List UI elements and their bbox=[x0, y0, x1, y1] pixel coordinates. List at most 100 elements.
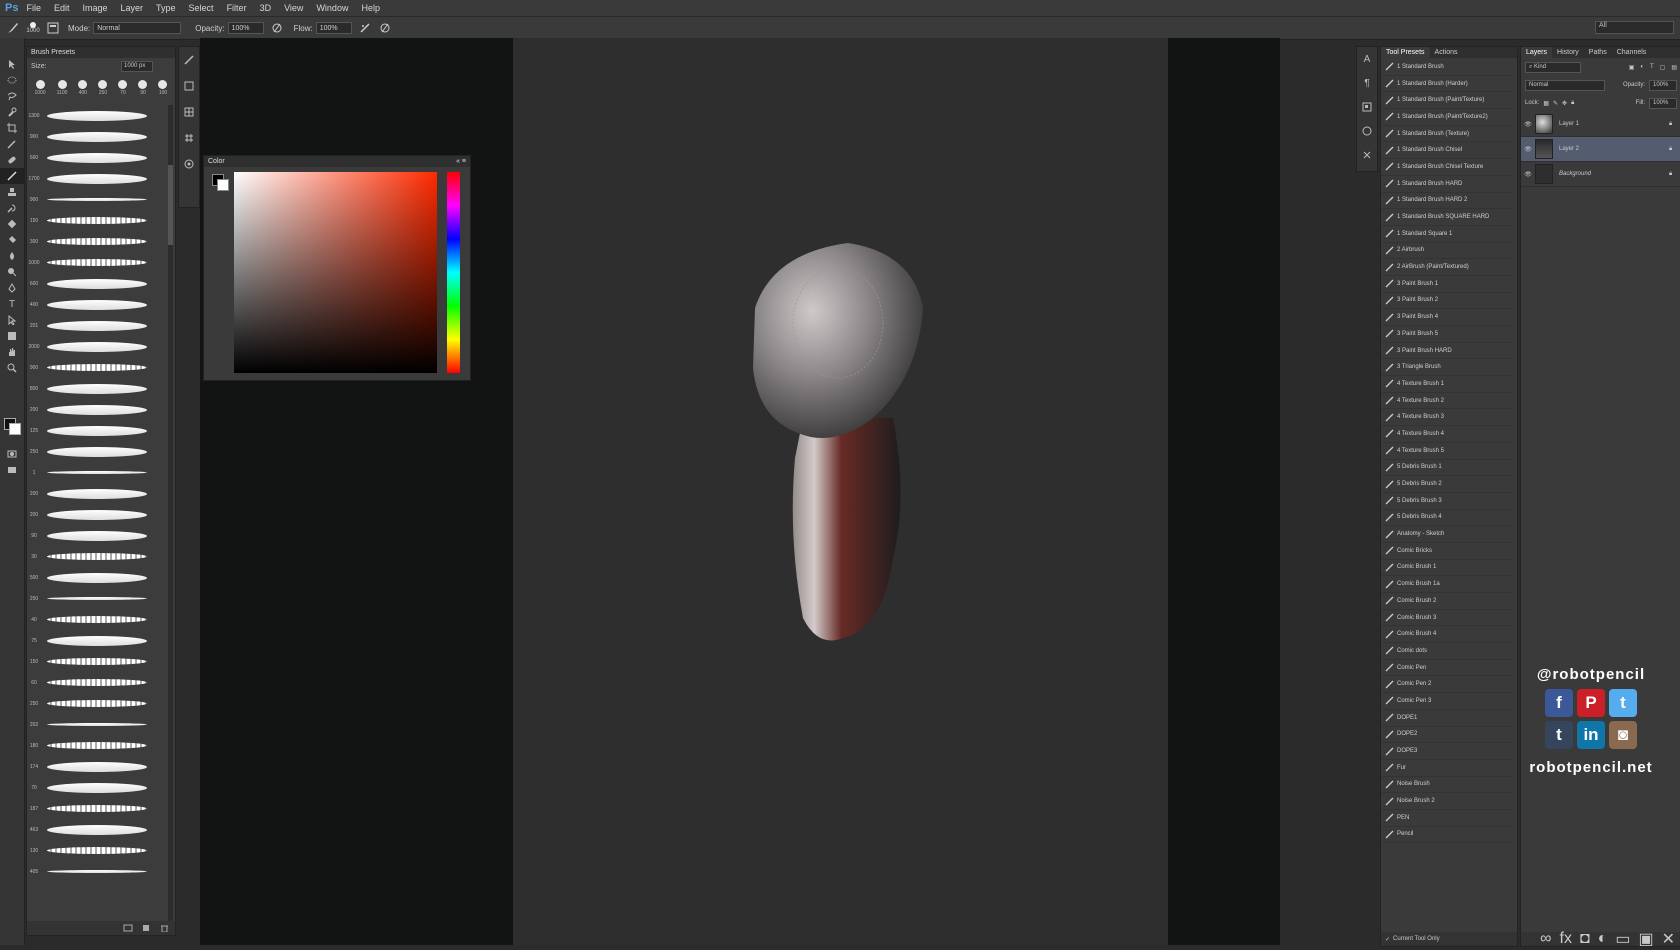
lock-transparency-icon[interactable]: ▦ bbox=[1543, 100, 1549, 107]
tool-preset-item[interactable]: DOPE1 bbox=[1381, 710, 1511, 727]
quick-mask-icon[interactable] bbox=[0, 446, 24, 462]
tool-preset-item[interactable]: Comic Pen bbox=[1381, 660, 1511, 677]
flow-input[interactable]: 100% bbox=[315, 22, 352, 34]
pinterest-icon[interactable]: P bbox=[1577, 689, 1605, 717]
brush-preset[interactable]: 1000 bbox=[35, 80, 46, 96]
new-layer-icon[interactable]: ▣ bbox=[1638, 929, 1653, 949]
toggle-brush-panel-icon[interactable] bbox=[123, 919, 133, 937]
brush-preset-picker[interactable]: 1000 bbox=[26, 21, 40, 35]
tool-preset-item[interactable]: Comic Brush 3 bbox=[1381, 610, 1511, 627]
tool-preset-item[interactable]: DOPE2 bbox=[1381, 727, 1511, 744]
current-tool-only-checkbox[interactable]: ✓ bbox=[1385, 936, 1390, 943]
filter-adjustment-icon[interactable]: ◐ bbox=[1640, 64, 1644, 71]
layer-row[interactable]: 👁︎ Layer 1 🔒︎ bbox=[1521, 112, 1680, 137]
path-select-tool-icon[interactable] bbox=[0, 312, 24, 328]
instagram-icon[interactable]: ◙ bbox=[1609, 721, 1637, 749]
delete-layer-icon[interactable]: ✕ bbox=[1662, 929, 1675, 949]
layer-row[interactable]: 👁︎ Layer 2 🔒︎ bbox=[1521, 137, 1680, 162]
tool-preset-item[interactable]: Comic Brush 2 bbox=[1381, 593, 1511, 610]
tab-paths[interactable]: Paths bbox=[1584, 47, 1612, 58]
tool-preset-item[interactable]: Anatomy - Sketch bbox=[1381, 526, 1511, 543]
visibility-eye-icon[interactable]: 👁︎ bbox=[1521, 121, 1535, 128]
shape-tool-icon[interactable] bbox=[0, 328, 24, 344]
lock-image-icon[interactable]: ✎ bbox=[1553, 100, 1558, 107]
healing-brush-tool-icon[interactable] bbox=[0, 152, 24, 168]
brush-presets-tab[interactable]: Brush Presets bbox=[27, 47, 175, 58]
move-tool-icon[interactable] bbox=[0, 56, 24, 72]
properties-panel-icon[interactable] bbox=[1357, 143, 1377, 167]
tool-preset-item[interactable]: Fur bbox=[1381, 760, 1511, 777]
tool-preset-item[interactable]: Comic Brush 1a bbox=[1381, 576, 1511, 593]
brush-list-scrollbar[interactable] bbox=[168, 105, 173, 927]
screen-mode-icon[interactable] bbox=[0, 462, 24, 478]
tool-preset-item[interactable]: 1 Standard Brush (Paint/Texture2) bbox=[1381, 109, 1511, 126]
eyedropper-tool-icon[interactable] bbox=[0, 136, 24, 152]
tool-preset-item[interactable]: 5 Debris Brush 1 bbox=[1381, 460, 1511, 477]
tool-preset-item[interactable]: Pencil bbox=[1381, 827, 1511, 844]
tool-preset-item[interactable]: 4 Texture Brush 3 bbox=[1381, 409, 1511, 427]
brush-stroke-item[interactable]: 400 bbox=[27, 294, 167, 315]
tool-preset-item[interactable]: 1 Standard Brush SQUARE HARD bbox=[1381, 209, 1511, 226]
color-panel-swatches[interactable] bbox=[212, 174, 229, 191]
brush-stroke-item[interactable]: 1 bbox=[27, 462, 167, 483]
menu-item-edit[interactable]: Edit bbox=[54, 3, 70, 13]
brush-stroke-item[interactable]: 2000 bbox=[27, 336, 167, 357]
zoom-tool-icon[interactable] bbox=[0, 360, 24, 376]
tool-preset-item[interactable]: 3 Triangle Brush bbox=[1381, 359, 1511, 377]
adjustment-layer-icon[interactable]: ◐ bbox=[1598, 930, 1608, 948]
tool-preset-item[interactable]: 5 Debris Brush 2 bbox=[1381, 476, 1511, 493]
tool-preset-item[interactable]: 3 Paint Brush 2 bbox=[1381, 293, 1511, 310]
tool-preset-item[interactable]: 2 Airbrush bbox=[1381, 243, 1511, 260]
brush-stroke-item[interactable]: 174 bbox=[27, 756, 167, 777]
tool-preset-item[interactable]: 4 Texture Brush 5 bbox=[1381, 443, 1511, 460]
tool-preset-item[interactable]: 1 Standard Brush bbox=[1381, 59, 1511, 76]
tool-preset-item[interactable]: Comic Brush 1 bbox=[1381, 560, 1511, 577]
brush-stroke-item[interactable]: 30 bbox=[27, 546, 167, 567]
brush-stroke-item[interactable]: 130 bbox=[27, 840, 167, 861]
brush-stroke-item[interactable]: 200 bbox=[27, 399, 167, 420]
brush-preset[interactable]: 90 bbox=[138, 80, 148, 96]
tool-preset-item[interactable]: 3 Paint Brush 5 bbox=[1381, 326, 1511, 343]
brush-preset[interactable]: 70 bbox=[118, 80, 128, 96]
brush-stroke-item[interactable]: 150 bbox=[27, 210, 167, 231]
tool-preset-item[interactable]: Noise Brush bbox=[1381, 777, 1511, 794]
link-layers-icon[interactable]: ∞ bbox=[1540, 930, 1551, 948]
kind-filter-select[interactable]: ⌕ Kind bbox=[1525, 61, 1581, 73]
tab-tool-presets[interactable]: Tool Presets bbox=[1381, 47, 1430, 58]
layer-style-icon[interactable]: fx bbox=[1560, 930, 1572, 948]
hue-slider[interactable] bbox=[447, 172, 460, 373]
toggle-brush-panel-icon[interactable] bbox=[46, 21, 60, 35]
brush-stroke-item[interactable]: 75 bbox=[27, 630, 167, 651]
brush-stroke-item[interactable]: 600 bbox=[27, 147, 167, 168]
brush-tool-icon[interactable] bbox=[6, 21, 20, 35]
brush-stroke-item[interactable]: 180 bbox=[27, 735, 167, 756]
tool-preset-item[interactable]: 1 Standard Brush HARD 2 bbox=[1381, 193, 1511, 210]
brush-preset[interactable]: 400 bbox=[78, 80, 88, 96]
brush-stroke-item[interactable]: 202 bbox=[27, 714, 167, 735]
menu-item-view[interactable]: View bbox=[284, 3, 303, 13]
tool-preset-item[interactable]: 4 Texture Brush 2 bbox=[1381, 393, 1511, 410]
crop-tool-icon[interactable] bbox=[0, 120, 24, 136]
tool-preset-item[interactable]: 5 Debris Brush 3 bbox=[1381, 493, 1511, 510]
linkedin-icon[interactable]: in bbox=[1577, 721, 1605, 749]
airbrush-icon[interactable] bbox=[358, 21, 372, 35]
brush-stroke-item[interactable]: 250 bbox=[27, 588, 167, 609]
lock-position-icon[interactable]: ✥ bbox=[1562, 100, 1567, 107]
tab-layers[interactable]: Layers bbox=[1521, 47, 1553, 58]
quick-select-tool-icon[interactable] bbox=[0, 104, 24, 120]
brush-tool-icon-active[interactable] bbox=[0, 168, 24, 184]
color-panel-icon[interactable] bbox=[179, 151, 199, 177]
brush-stroke-item[interactable]: 90 bbox=[27, 525, 167, 546]
lasso-tool-icon[interactable] bbox=[0, 88, 24, 104]
brush-panel-icon[interactable] bbox=[179, 47, 199, 73]
blend-mode-select[interactable]: Normal bbox=[1525, 79, 1605, 91]
filter-shape-icon[interactable]: ▢ bbox=[1660, 64, 1666, 71]
tool-preset-item[interactable]: 3 Paint Brush 1 bbox=[1381, 276, 1511, 293]
facebook-icon[interactable]: f bbox=[1545, 689, 1573, 717]
new-preset-icon[interactable] bbox=[141, 919, 151, 937]
tab-actions[interactable]: Actions bbox=[1430, 47, 1463, 58]
fill-input[interactable]: 100% bbox=[1649, 97, 1677, 109]
tool-preset-item[interactable]: 1 Standard Brush (Harder) bbox=[1381, 76, 1511, 93]
tool-preset-item[interactable]: 1 Standard Brush Chisel bbox=[1381, 142, 1511, 160]
brush-preset[interactable]: 250 bbox=[98, 80, 108, 96]
